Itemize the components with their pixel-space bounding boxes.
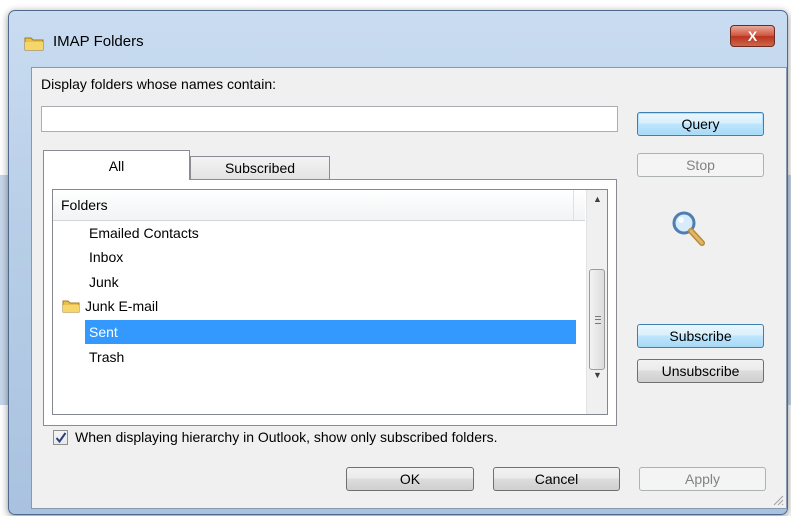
vertical-scrollbar[interactable]: ▲ ▼ xyxy=(586,190,607,414)
list-item[interactable]: Emailed Contacts xyxy=(89,221,289,245)
scrollbar-thumb[interactable] xyxy=(589,269,605,370)
folder-icon xyxy=(24,37,44,51)
filter-label: Display folders whose names contain: xyxy=(41,76,277,92)
scroll-down-icon[interactable]: ▼ xyxy=(587,366,607,384)
magnifier-icon xyxy=(672,211,705,246)
subscribe-button[interactable]: Subscribe xyxy=(637,324,764,348)
close-button[interactable]: X xyxy=(730,25,775,47)
apply-button[interactable]: Apply xyxy=(639,467,766,491)
close-icon: X xyxy=(747,28,758,44)
resize-grip-icon[interactable] xyxy=(771,493,784,506)
title-bar[interactable]: IMAP Folders X xyxy=(9,11,787,63)
show-subscribed-only-label: When displaying hierarchy in Outlook, sh… xyxy=(75,429,498,445)
scroll-up-icon[interactable]: ▲ xyxy=(587,190,607,208)
cancel-button[interactable]: Cancel xyxy=(493,467,620,491)
window-title: IMAP Folders xyxy=(53,33,144,50)
ok-button[interactable]: OK xyxy=(346,467,474,491)
query-button[interactable]: Query xyxy=(637,112,764,136)
list-item-selected[interactable]: Sent xyxy=(85,320,576,344)
unsubscribe-button[interactable]: Unsubscribe xyxy=(637,359,764,383)
checkmark-icon xyxy=(55,432,67,444)
stop-button[interactable]: Stop xyxy=(637,153,764,177)
imap-folders-dialog: IMAP Folders X Display folders whose nam… xyxy=(8,10,788,515)
dialog-body: Display folders whose names contain: Que… xyxy=(31,67,787,509)
list-item[interactable]: Junk xyxy=(89,270,289,294)
list-item[interactable]: Inbox xyxy=(89,245,289,269)
tab-all[interactable]: All xyxy=(43,150,190,180)
show-subscribed-only-checkbox[interactable] xyxy=(53,430,68,445)
tab-subscribed[interactable]: Subscribed xyxy=(190,156,330,180)
folder-icon xyxy=(62,300,80,313)
list-item[interactable]: Junk E-mail xyxy=(85,294,285,318)
folder-list[interactable]: Folders Emailed Contacts Inbox Junk Junk… xyxy=(52,189,608,415)
list-item[interactable]: Trash xyxy=(89,345,289,369)
column-header-folders[interactable]: Folders xyxy=(53,190,585,221)
folder-name-filter-input[interactable] xyxy=(41,106,618,132)
